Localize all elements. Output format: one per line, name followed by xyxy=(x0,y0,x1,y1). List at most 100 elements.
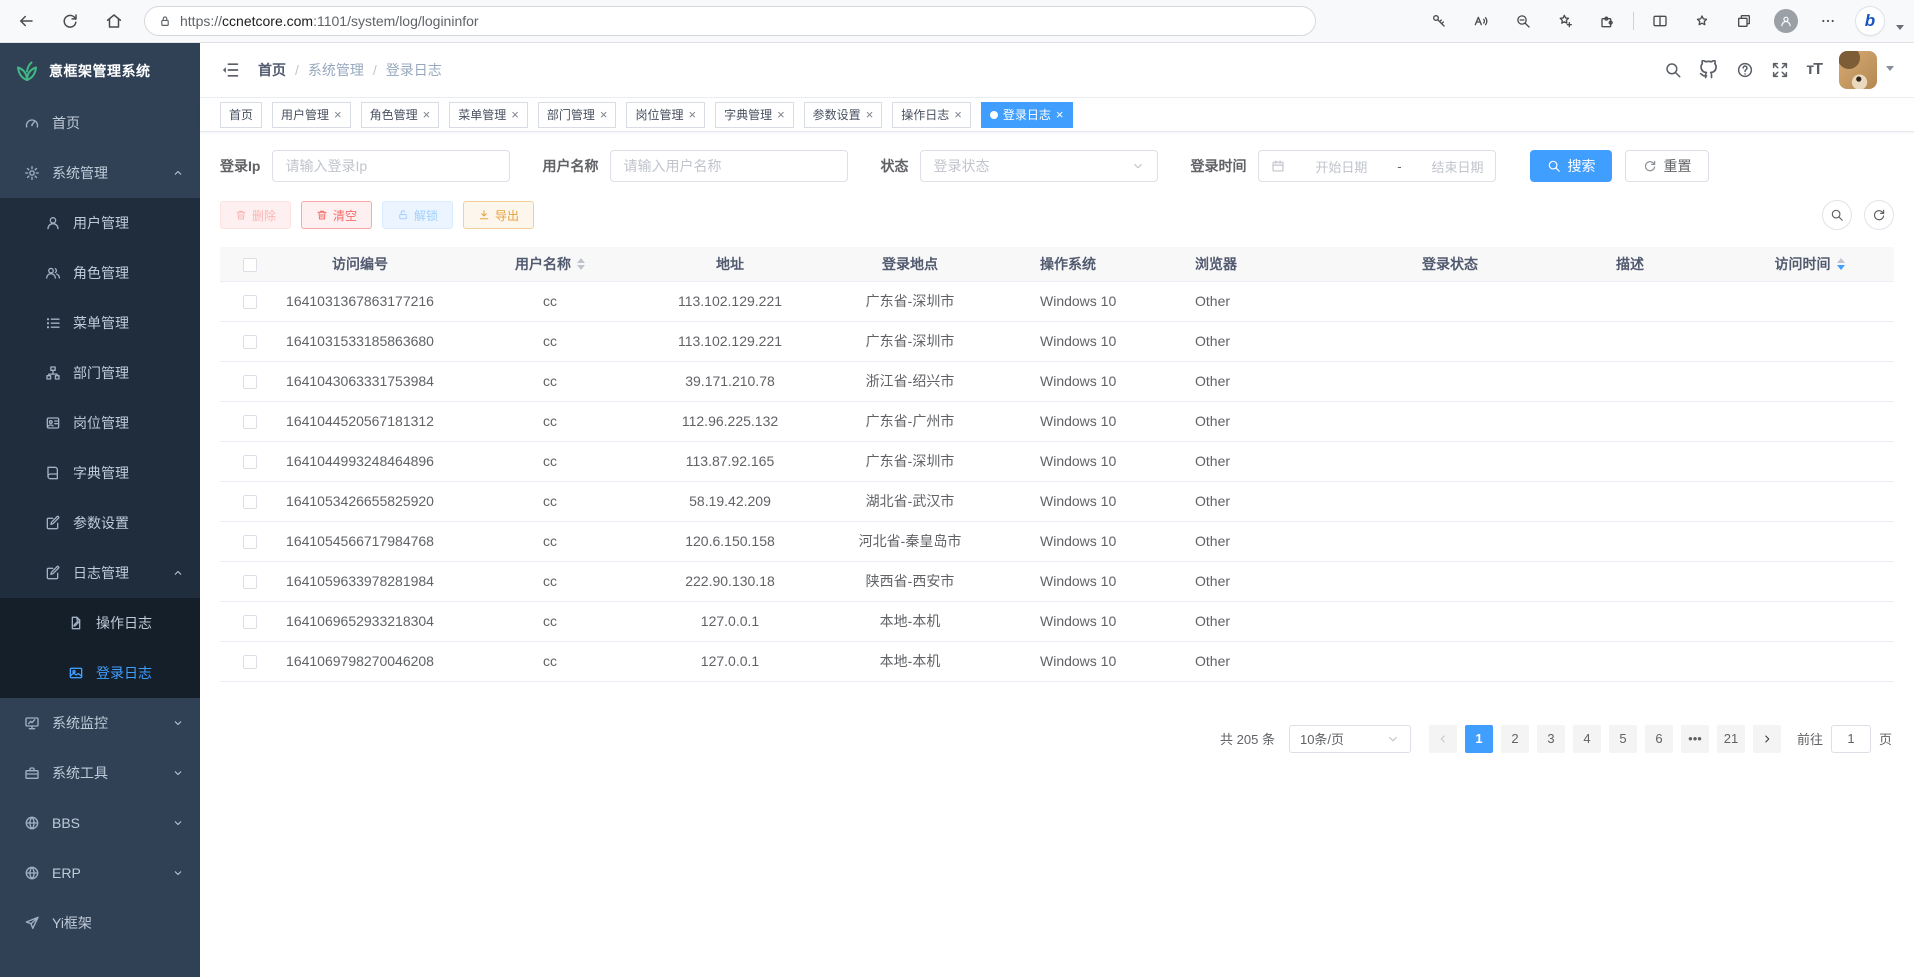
close-icon[interactable]: × xyxy=(600,108,608,121)
tab-10[interactable]: 登录日志× xyxy=(981,102,1073,128)
breadcrumb-item[interactable]: 首页 xyxy=(258,60,286,80)
more-pages-button[interactable]: ••• xyxy=(1681,725,1709,753)
table-row[interactable]: 1641031533185863680cc113.102.129.221广东省-… xyxy=(220,321,1894,361)
collapse-sidebar-icon[interactable] xyxy=(220,60,240,80)
tab-6[interactable]: 岗位管理× xyxy=(626,102,705,128)
sidebar-item-5[interactable]: 菜单管理 xyxy=(0,298,200,348)
sidebar-caret-icon[interactable] xyxy=(1896,25,1904,34)
refresh-table-button[interactable] xyxy=(1864,200,1894,230)
row-checkbox[interactable] xyxy=(243,575,257,589)
select-all-checkbox[interactable] xyxy=(243,258,257,272)
close-icon[interactable]: × xyxy=(423,108,431,121)
sidebar-item-7[interactable]: 岗位管理 xyxy=(0,398,200,448)
sidebar-item-8[interactable]: 字典管理 xyxy=(0,448,200,498)
tab-7[interactable]: 字典管理× xyxy=(715,102,794,128)
sidebar-item-6[interactable]: 部门管理 xyxy=(0,348,200,398)
search-icon[interactable] xyxy=(1664,61,1682,79)
user-avatar[interactable] xyxy=(1839,51,1877,89)
table-row[interactable]: 1641044520567181312cc112.96.225.132广东省-广… xyxy=(220,401,1894,441)
row-checkbox[interactable] xyxy=(243,495,257,509)
user-name-input[interactable] xyxy=(610,150,848,182)
reset-button[interactable]: 重置 xyxy=(1625,150,1709,182)
browser-profile-avatar[interactable] xyxy=(1770,5,1802,37)
login-status-select[interactable]: 登录状态 xyxy=(920,150,1158,182)
close-icon[interactable]: × xyxy=(511,108,519,121)
split-screen-icon[interactable] xyxy=(1644,5,1676,37)
close-icon[interactable]: × xyxy=(334,108,342,121)
sidebar-item-10[interactable]: 日志管理 xyxy=(0,548,200,598)
page-button-21[interactable]: 21 xyxy=(1717,725,1745,753)
browser-home-button[interactable] xyxy=(98,5,130,37)
favorites-icon[interactable] xyxy=(1686,5,1718,37)
row-checkbox[interactable] xyxy=(243,655,257,669)
page-button-6[interactable]: 6 xyxy=(1645,725,1673,753)
row-checkbox[interactable] xyxy=(243,455,257,469)
page-button-1[interactable]: 1 xyxy=(1465,725,1493,753)
tab-1[interactable]: 首页 xyxy=(220,102,262,128)
table-row[interactable]: 1641069652933218304cc127.0.0.1本地-本机Windo… xyxy=(220,601,1894,641)
sidebar-item-2[interactable]: 系统管理 xyxy=(0,148,200,198)
page-button-4[interactable]: 4 xyxy=(1573,725,1601,753)
login-ip-input[interactable] xyxy=(272,150,510,182)
unlock-button[interactable]: 解锁 xyxy=(382,201,453,229)
add-favorite-icon[interactable] xyxy=(1549,5,1581,37)
sidebar-item-12[interactable]: 登录日志 xyxy=(0,648,200,698)
toggle-search-button[interactable] xyxy=(1822,200,1852,230)
github-icon[interactable] xyxy=(1699,60,1719,80)
row-checkbox[interactable] xyxy=(243,615,257,629)
password-key-icon[interactable] xyxy=(1423,5,1455,37)
row-checkbox[interactable] xyxy=(243,415,257,429)
sidebar-item-3[interactable]: 用户管理 xyxy=(0,198,200,248)
table-row[interactable]: 1641031367863177216cc113.102.129.221广东省-… xyxy=(220,281,1894,321)
help-icon[interactable] xyxy=(1736,61,1754,79)
avatar-caret-icon[interactable] xyxy=(1886,66,1894,75)
tab-3[interactable]: 角色管理× xyxy=(361,102,440,128)
fullscreen-icon[interactable] xyxy=(1771,61,1789,79)
row-checkbox[interactable] xyxy=(243,535,257,549)
browser-back-button[interactable] xyxy=(10,5,42,37)
column-header[interactable]: 用户名称 xyxy=(440,247,660,281)
sidebar-item-9[interactable]: 参数设置 xyxy=(0,498,200,548)
next-page-button[interactable] xyxy=(1753,725,1781,753)
table-row[interactable]: 1641069798270046208cc127.0.0.1本地-本机Windo… xyxy=(220,641,1894,681)
export-button[interactable]: 导出 xyxy=(463,201,534,229)
address-bar[interactable]: https://ccnetcore.com:1101/system/log/lo… xyxy=(144,6,1316,36)
sort-carets[interactable] xyxy=(577,258,585,270)
sidebar-item-4[interactable]: 角色管理 xyxy=(0,248,200,298)
row-checkbox[interactable] xyxy=(243,295,257,309)
browser-refresh-button[interactable] xyxy=(54,5,86,37)
sidebar-item-13[interactable]: 系统监控 xyxy=(0,698,200,748)
goto-page-input[interactable] xyxy=(1831,725,1871,753)
sidebar-item-1[interactable]: 首页 xyxy=(0,98,200,148)
bing-chat-button[interactable]: b xyxy=(1854,5,1886,37)
table-row[interactable]: 1641053426655825920cc58.19.42.209湖北省-武汉市… xyxy=(220,481,1894,521)
read-aloud-icon[interactable] xyxy=(1465,5,1497,37)
table-row[interactable]: 1641059633978281984cc222.90.130.18陕西省-西安… xyxy=(220,561,1894,601)
tab-2[interactable]: 用户管理× xyxy=(272,102,351,128)
sort-carets[interactable] xyxy=(1837,258,1845,270)
close-icon[interactable]: × xyxy=(954,108,962,121)
extensions-icon[interactable] xyxy=(1591,5,1623,37)
table-row[interactable]: 1641043063331753984cc39.171.210.78浙江省-绍兴… xyxy=(220,361,1894,401)
clear-button[interactable]: 清空 xyxy=(301,201,372,229)
row-checkbox[interactable] xyxy=(243,375,257,389)
close-icon[interactable]: × xyxy=(777,108,785,121)
delete-button[interactable]: 删除 xyxy=(220,201,291,229)
sidebar-item-15[interactable]: BBS xyxy=(0,798,200,848)
table-row[interactable]: 1641044993248464896cc113.87.92.165广东省-深圳… xyxy=(220,441,1894,481)
table-row[interactable]: 1641054566717984768cc120.6.150.158河北省-秦皇… xyxy=(220,521,1894,561)
close-icon[interactable]: × xyxy=(1056,108,1064,121)
sidebar-item-14[interactable]: 系统工具 xyxy=(0,748,200,798)
zoom-out-icon[interactable] xyxy=(1507,5,1539,37)
tab-5[interactable]: 部门管理× xyxy=(538,102,617,128)
page-size-select[interactable]: 10条/页 xyxy=(1289,725,1411,753)
tab-9[interactable]: 操作日志× xyxy=(892,102,971,128)
collections-icon[interactable] xyxy=(1728,5,1760,37)
close-icon[interactable]: × xyxy=(688,108,696,121)
prev-page-button[interactable] xyxy=(1429,725,1457,753)
tab-4[interactable]: 菜单管理× xyxy=(449,102,528,128)
page-button-5[interactable]: 5 xyxy=(1609,725,1637,753)
font-size-icon[interactable]: тT xyxy=(1806,61,1822,79)
column-header[interactable]: 访问时间 xyxy=(1725,247,1894,281)
tab-8[interactable]: 参数设置× xyxy=(804,102,883,128)
